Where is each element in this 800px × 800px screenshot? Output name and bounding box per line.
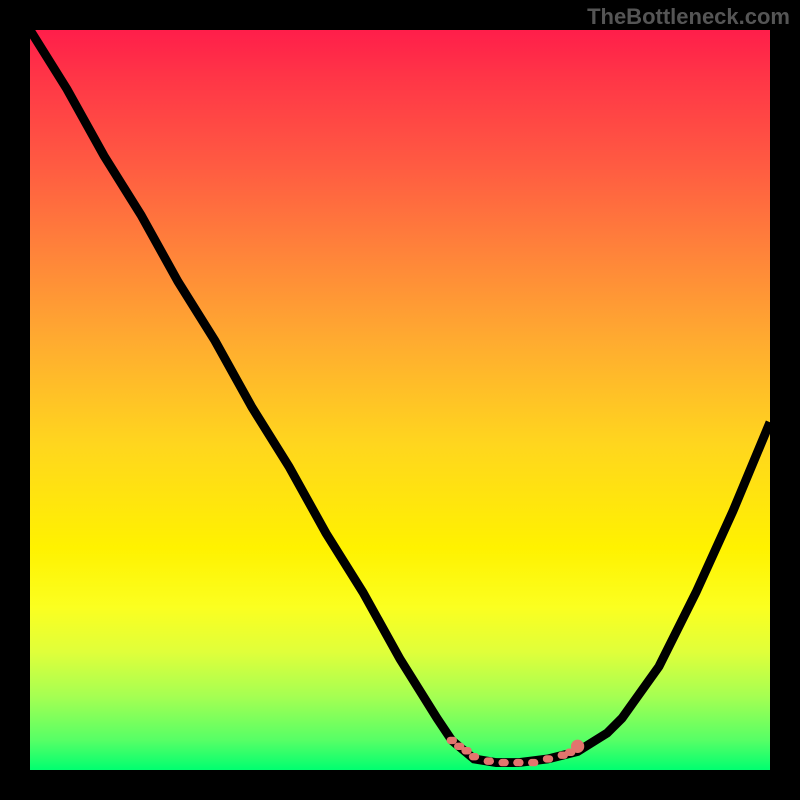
optimal-marker <box>461 747 471 754</box>
optimal-marker-end-dot <box>571 740 584 753</box>
chart-area <box>30 30 770 770</box>
optimal-marker <box>447 737 457 744</box>
optimal-marker <box>528 759 538 766</box>
optimal-marker <box>513 759 523 766</box>
bottleneck-curve-path <box>30 30 770 763</box>
optimal-marker <box>498 759 508 766</box>
optimal-marker <box>484 757 494 764</box>
curve-svg <box>30 30 770 770</box>
watermark-text: TheBottleneck.com <box>587 4 790 30</box>
optimal-marker-group <box>447 737 585 767</box>
optimal-marker <box>469 753 479 760</box>
optimal-marker <box>543 755 553 762</box>
